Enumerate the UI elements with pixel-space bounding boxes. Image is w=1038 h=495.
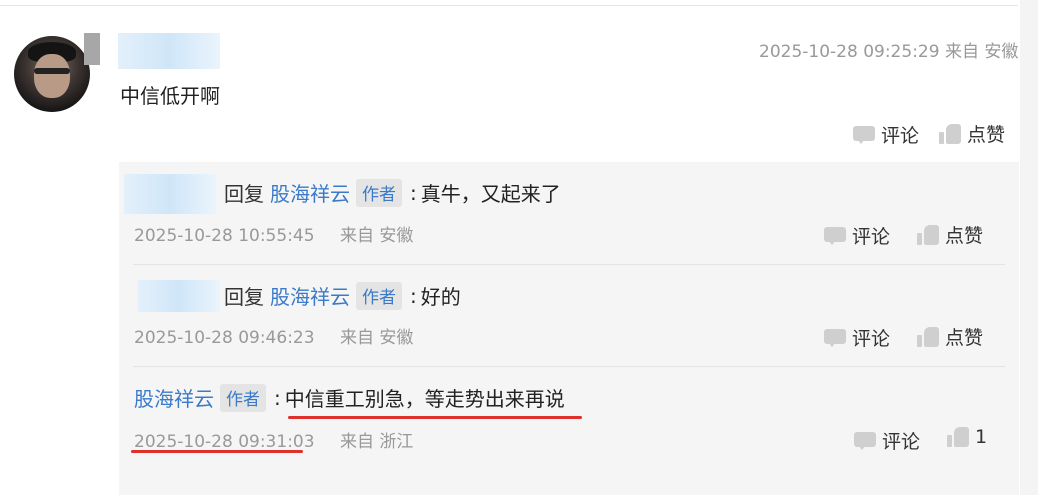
reply-3-line: 股海祥云 作者 : 中信重工别急，等走势出来再说 [134, 383, 565, 412]
reply-1-timestamp: 2025-10-28 10:55:45 [134, 226, 315, 246]
like-label: 点赞 [945, 225, 984, 247]
comment-label: 评论 [852, 226, 891, 248]
reply-2-reply-word: 回复 [224, 285, 264, 309]
comment-icon [853, 125, 875, 144]
thumbs-up-icon [917, 224, 939, 245]
reply-1-line: 回复 股海祥云 作者 : 真牛，又起来了 [224, 178, 561, 207]
reply-1-colon: : [410, 180, 417, 205]
reply-3-colon: : [274, 385, 281, 410]
comment-icon [854, 431, 876, 450]
main-comment-text: 中信低开啊 [120, 84, 220, 108]
reply-1-like-button[interactable]: 点赞 [917, 221, 983, 248]
reply-1-location: 来自 安徽 [339, 226, 414, 246]
reply-1-author-tag: 作者 [356, 178, 402, 207]
reply-2-like-button[interactable]: 点赞 [917, 323, 983, 350]
comment-label: 评论 [881, 125, 920, 147]
avatar-glasses [34, 68, 70, 74]
thumbs-up-icon [917, 326, 939, 347]
avatar-face [34, 54, 70, 98]
like-label: 点赞 [967, 124, 1006, 146]
reply-2-username-redacted[interactable] [138, 280, 220, 312]
reply-2-target-link[interactable]: 股海祥云 [270, 281, 350, 310]
reply-3-timestamp: 2025-10-28 09:31:03 [134, 432, 315, 452]
thumbs-up-icon [947, 427, 969, 447]
reply-3-text-highlight [288, 416, 582, 419]
reply-1-target-link[interactable]: 股海祥云 [270, 178, 350, 207]
reply-3-author-tag: 作者 [220, 383, 266, 412]
reply-1-meta: 2025-10-28 10:55:45 来自 安徽 [134, 221, 413, 246]
reply-2-location: 来自 安徽 [339, 328, 414, 348]
username-redaction-mark [84, 33, 100, 65]
comment-icon [824, 226, 846, 245]
reply-divider [133, 264, 1005, 265]
username-redacted[interactable] [118, 33, 220, 69]
main-comment-button[interactable]: 评论 [853, 121, 919, 148]
reply-2-meta: 2025-10-28 09:46:23 来自 安徽 [134, 323, 413, 348]
reply-3-timestamp-highlight [131, 450, 303, 453]
reply-1-comment-button[interactable]: 评论 [824, 222, 890, 249]
reply-2-text: 好的 [420, 285, 461, 309]
reply-3-comment-button[interactable]: 评论 [854, 427, 920, 454]
comment-label: 评论 [852, 328, 891, 350]
reply-2-line: 回复 股海祥云 作者 : 好的 [224, 281, 461, 310]
main-comment-location: 来自 安徽 [944, 42, 1019, 62]
reply-3-like-button[interactable]: 1 [947, 426, 987, 448]
main-comment-meta: 2025-10-28 09:25:29 来自 安徽 [759, 37, 1018, 62]
main-comment-timestamp: 2025-10-28 09:25:29 [759, 42, 940, 62]
thumbs-up-icon [939, 123, 961, 144]
reply-2-author-tag: 作者 [356, 281, 402, 310]
reply-3-meta: 2025-10-28 09:31:03 来自 浙江 [134, 427, 413, 452]
reply-1-text: 真牛，又起来了 [420, 182, 561, 206]
reply-3-author-link[interactable]: 股海祥云 [134, 383, 214, 412]
reply-1-reply-word: 回复 [224, 182, 264, 206]
reply-2-timestamp: 2025-10-28 09:46:23 [134, 328, 315, 348]
comment-icon [824, 328, 846, 347]
reply-3-text: 中信重工别急，等走势出来再说 [284, 387, 565, 411]
page-scrollbar[interactable] [1020, 0, 1038, 495]
like-count: 1 [975, 426, 988, 448]
comment-label: 评论 [882, 431, 921, 453]
avatar[interactable] [14, 36, 90, 112]
reply-1-username-redacted[interactable] [124, 174, 216, 214]
reply-divider [133, 366, 1005, 367]
like-label: 点赞 [945, 327, 984, 349]
reply-2-comment-button[interactable]: 评论 [824, 324, 890, 351]
reply-3-location: 来自 浙江 [339, 432, 414, 452]
reply-2-colon: : [410, 283, 417, 308]
main-like-button[interactable]: 点赞 [939, 120, 1005, 147]
top-divider [0, 5, 1018, 6]
